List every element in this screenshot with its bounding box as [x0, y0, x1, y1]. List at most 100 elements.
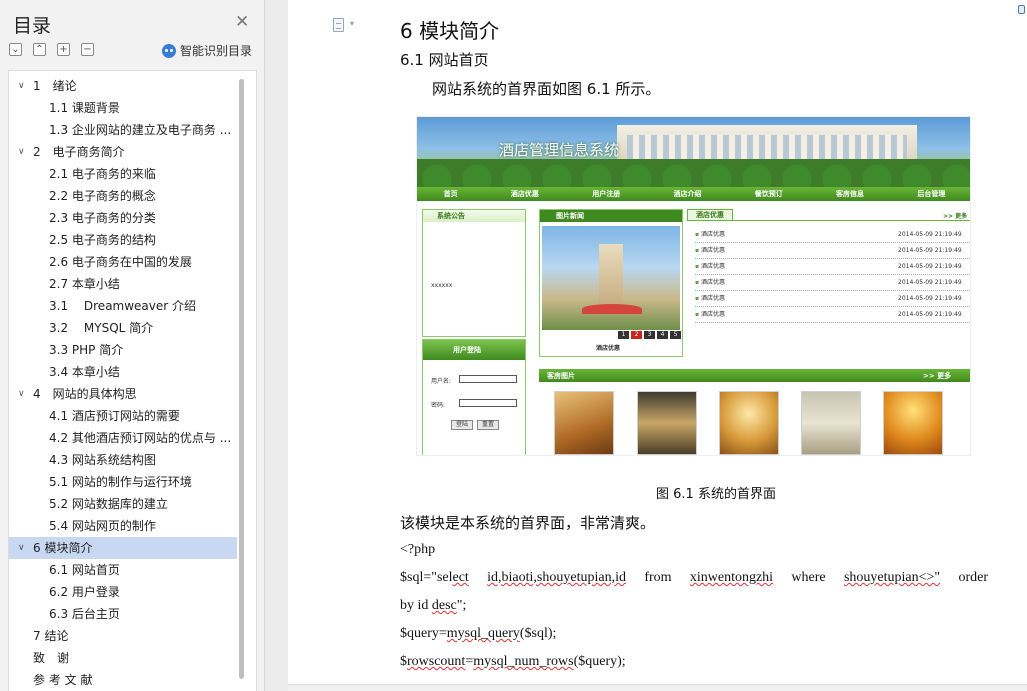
toc-item[interactable]: 4.2 其他酒店预订网站的优点与 ...	[9, 427, 237, 449]
room-photo[interactable]	[554, 391, 614, 455]
pager-button[interactable]: 5	[670, 331, 681, 339]
toc-item-label: 5.4 网站网页的制作	[49, 519, 156, 533]
room-photo[interactable]	[637, 391, 697, 455]
news-row[interactable]: ▪ 酒店优惠 2014-05-09 21:19:49	[695, 291, 970, 307]
site-nav-item[interactable]: 客房信息	[836, 189, 864, 199]
bullet-icon: ▪	[695, 311, 700, 318]
intro-paragraph: 网站系统的首界面如图 6.1 所示。	[432, 80, 661, 98]
chevron-down-icon[interactable]: ∨	[18, 75, 25, 97]
toc-item[interactable]: 3.1 Dreamweaver 介绍	[9, 295, 237, 317]
toc-item[interactable]: 2.6 电子商务在中国的发展	[9, 251, 237, 273]
toc-item[interactable]: 参 考 文 献	[9, 669, 237, 691]
news-list: ▪ 酒店优惠 2014-05-09 21:19:49 ▪ 酒店优惠 2014-05-09 …	[695, 227, 970, 323]
document-page: ▾ 6 模块简介 6.1 网站首页 网站系统的首界面如图 6.1 所示。 酒店管…	[288, 0, 1027, 691]
horizontal-scrollbar[interactable]	[288, 684, 1027, 691]
room-photo[interactable]	[801, 391, 861, 455]
toc-item[interactable]: 1.1 课题背景	[9, 97, 237, 119]
site-nav-item[interactable]: 酒店介绍	[673, 189, 701, 199]
news-row[interactable]: ▪ 酒店优惠 2014-05-09 21:19:49	[695, 307, 970, 323]
toc-item[interactable]: 2.1 电子商务的来临	[9, 163, 237, 185]
toc-item[interactable]: 2.3 电子商务的分类	[9, 207, 237, 229]
toc-item[interactable]: 5.2 网站数据库的建立	[9, 493, 237, 515]
toc-item[interactable]: 5.1 网站的制作与运行环境	[9, 471, 237, 493]
toc-item[interactable]: ∨ 1 绪论	[9, 75, 237, 97]
toc-item[interactable]: ∨ 2 电子商务简介	[9, 141, 237, 163]
remove-heading-icon[interactable]: −	[81, 43, 94, 56]
room-photo[interactable]	[883, 391, 943, 455]
expand-all-icon[interactable]: ⌄	[9, 43, 22, 56]
news-row[interactable]: ▪ 酒店优惠 2014-05-09 21:19:49	[695, 243, 970, 259]
toc-item[interactable]: 6.1 网站首页	[9, 559, 237, 581]
chevron-down-icon[interactable]: ∨	[18, 537, 25, 559]
toc-sidebar: 目录 ✕ ⌄ ⌃ + − 智能识别目录 ∨ 1 绪论 1.1 课题背景 1.3 企业网…	[0, 0, 265, 691]
pager-button[interactable]: 4	[657, 331, 668, 339]
news-title: 酒店优惠	[701, 295, 726, 302]
collapse-all-icon[interactable]: ⌃	[33, 43, 46, 56]
smart-toc-label: 智能识别目录	[180, 44, 253, 58]
tree-line-image	[417, 159, 970, 187]
toc-item[interactable]: 3.3 PHP 简介	[9, 339, 237, 361]
rooms-title: 客房图片	[547, 372, 575, 380]
toc-item-label: 3.2 MYSQL 简介	[49, 321, 154, 335]
toc-item[interactable]: ∨ 4 网站的具体构思	[9, 383, 237, 405]
add-heading-icon[interactable]: +	[57, 43, 70, 56]
toc-item[interactable]: 6.3 后台主页	[9, 603, 237, 625]
sidebar-title: 目录	[13, 15, 52, 37]
rooms-more-link[interactable]: >> 更多	[923, 371, 951, 381]
news-row[interactable]: ▪ 酒店优惠 2014-05-09 21:19:49	[695, 259, 970, 275]
close-icon[interactable]: ✕	[235, 14, 249, 31]
news-tab[interactable]: 酒店优惠	[687, 209, 733, 221]
chevron-down-icon[interactable]: ∨	[18, 141, 25, 163]
toc-item[interactable]: 致 谢	[9, 647, 237, 669]
reset-button[interactable]: 重置	[477, 420, 499, 430]
pager-button[interactable]: 3	[644, 331, 655, 339]
site-nav-item[interactable]: 首页	[444, 189, 458, 199]
toc-item[interactable]: 1.3 企业网站的建立及电子商务 ...	[9, 119, 237, 141]
toc-item-label: 5.1 网站的制作与运行环境	[49, 475, 192, 489]
site-nav-item[interactable]: 用户注册	[592, 189, 620, 199]
news-photo[interactable]	[542, 226, 680, 330]
news-row[interactable]: ▪ 酒店优惠 2014-05-09 21:19:49	[695, 227, 970, 243]
news-title: 酒店优惠	[701, 263, 726, 270]
toc-item-label: 6.2 用户登录	[49, 585, 120, 599]
news-more-link[interactable]: >> 更多	[943, 211, 967, 220]
pager-button[interactable]: 2	[631, 331, 642, 339]
toc-item-label: 3.4 本章小结	[49, 365, 120, 379]
toc-item[interactable]: 3.2 MYSQL 简介	[9, 317, 237, 339]
toc-item[interactable]: 7 结论	[9, 625, 237, 647]
toc-item[interactable]: ∨ 6 模块简介	[9, 537, 237, 559]
page-corner-marker-icon	[1018, 5, 1025, 14]
toc-item[interactable]: 4.3 网站系统结构图	[9, 449, 237, 471]
site-nav-item[interactable]: 餐饮预订	[755, 189, 783, 199]
toc-item[interactable]: 3.4 本章小结	[9, 361, 237, 383]
toc-item[interactable]: 2.5 电子商务的结构	[9, 229, 237, 251]
toc-item-label: 2 电子商务简介	[33, 145, 125, 159]
module-paragraph: 该模块是本系统的首界面，非常清爽。	[400, 514, 656, 532]
room-photo[interactable]	[719, 391, 779, 455]
toc-item[interactable]: 5.4 网站网页的制作	[9, 515, 237, 537]
password-input[interactable]	[459, 399, 517, 407]
document-icon[interactable]	[333, 18, 344, 32]
login-button[interactable]: 登陆	[451, 420, 473, 430]
toc-item[interactable]: 2.2 电子商务的概念	[9, 185, 237, 207]
chevron-down-icon[interactable]: ∨	[18, 383, 25, 405]
smart-toc-button[interactable]: 智能识别目录	[162, 42, 252, 59]
site-nav-item[interactable]: 后台管理	[917, 189, 945, 199]
site-navbar: 首页 酒店优惠 用户注册 酒店介绍 餐饮预订 客房信息 后台管理	[417, 187, 970, 201]
toc-item[interactable]: 6.2 用户登录	[9, 581, 237, 603]
chevron-down-icon[interactable]: ▾	[350, 19, 354, 28]
username-input[interactable]	[459, 375, 517, 383]
toc-item-label: 6.1 网站首页	[49, 563, 120, 577]
toc-item[interactable]: 4.1 酒店预订网站的需要	[9, 405, 237, 427]
toc-item[interactable]: 2.7 本章小结	[9, 273, 237, 295]
toc-scrollbar[interactable]	[239, 79, 244, 679]
code-line: $query=mysql_query($sql);	[400, 626, 557, 641]
toc-item-label: 3.1 Dreamweaver 介绍	[49, 299, 197, 313]
news-row[interactable]: ▪ 酒店优惠 2014-05-09 21:19:49	[695, 275, 970, 291]
pager-button[interactable]: 1	[618, 331, 629, 339]
toc-item-label: 1.3 企业网站的建立及电子商务 ...	[49, 123, 232, 137]
site-nav-item[interactable]: 酒店优惠	[511, 189, 539, 199]
news-title: 酒店优惠	[701, 231, 726, 238]
bullet-icon: ▪	[695, 295, 700, 302]
toc-item-label: 4.2 其他酒店预订网站的优点与 ...	[49, 431, 232, 445]
